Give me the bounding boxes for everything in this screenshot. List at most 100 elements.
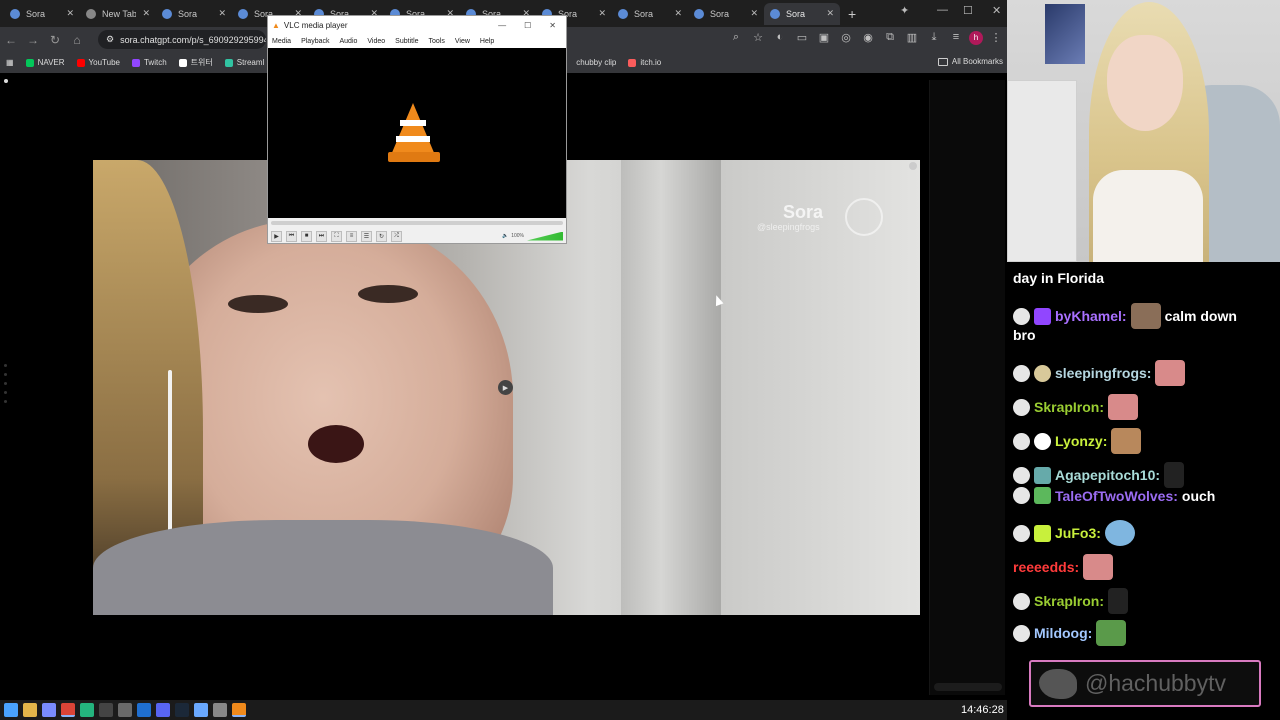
back-arrow-icon[interactable]: ← [0, 33, 22, 47]
kebab-menu-icon[interactable]: ⋮ [987, 31, 1005, 45]
close-icon[interactable]: ✕ [66, 8, 74, 19]
vlc-seek-bar[interactable] [271, 221, 563, 225]
volume-percent: 100% [511, 233, 524, 239]
extension-icon[interactable]: ▣ [815, 31, 833, 45]
subscriber-badge-icon [1034, 307, 1051, 325]
close-icon[interactable]: ✕ [142, 8, 150, 19]
bookmark-twitter[interactable]: 트위터 [178, 57, 213, 68]
character-badge-icon [1034, 466, 1051, 484]
apps-grid-icon[interactable]: ▦ [6, 58, 14, 67]
cast-icon[interactable]: ▭ [793, 31, 811, 45]
bookmark-star-icon[interactable]: ☆ [749, 31, 767, 45]
close-window-icon[interactable]: ✕ [992, 4, 1001, 17]
tab-sora-active[interactable]: Sora ✕ [764, 2, 840, 25]
app-icon[interactable] [80, 703, 94, 717]
vlc-menu-audio[interactable]: Audio [339, 38, 357, 45]
vlc-menu-playback[interactable]: Playback [301, 38, 329, 45]
face-emote-icon [1083, 554, 1114, 580]
itchio-favicon-icon [628, 58, 637, 67]
close-icon[interactable]: ✕ [674, 8, 682, 19]
volume-slider[interactable] [527, 231, 563, 241]
reload-icon[interactable]: ↻ [44, 33, 66, 47]
file-explorer-icon[interactable] [23, 703, 37, 717]
extension-icon[interactable]: ◐ [771, 31, 789, 45]
steam-icon[interactable] [175, 703, 189, 717]
vlc-menu-view[interactable]: View [455, 38, 470, 45]
bookmark-itchio[interactable]: itch.io [628, 58, 661, 67]
minimize-icon[interactable]: — [937, 4, 948, 16]
shuffle-icon[interactable]: ⤮ [391, 230, 402, 242]
video-close-icon[interactable] [909, 162, 917, 170]
obs-icon[interactable] [99, 703, 113, 717]
vlc-taskbar-icon[interactable] [232, 703, 246, 717]
play-icon[interactable]: ▶ [271, 230, 282, 242]
app-icon[interactable] [213, 703, 227, 717]
fullscreen-icon[interactable]: ⛶ [331, 230, 342, 242]
maximize-icon[interactable]: ☐ [963, 4, 973, 17]
tab-sora-2[interactable]: Sora ✕ [156, 3, 232, 25]
play-icon[interactable]: ▶ [498, 380, 513, 395]
maximize-icon[interactable]: ☐ [524, 21, 531, 30]
sora-logo-icon [845, 198, 883, 236]
extensions-sparkle-icon[interactable]: ✦ [900, 4, 909, 17]
vlc-menu-video[interactable]: Video [367, 38, 385, 45]
chat-message: TaleOfTwoWolves: ouch [1013, 487, 1215, 504]
puzzle-extensions-icon[interactable]: ⧉ [881, 31, 899, 45]
vlc-titlebar[interactable]: ▲ VLC media player — ☐ ✕ [268, 16, 566, 34]
app-icon[interactable] [42, 703, 56, 717]
close-icon[interactable]: ✕ [549, 21, 556, 30]
bookmark-chubby-clip[interactable]: chubby clip [576, 58, 616, 67]
start-windows-icon[interactable] [4, 703, 18, 717]
minimize-icon[interactable]: — [498, 21, 506, 30]
forward-arrow-icon[interactable]: → [22, 33, 44, 47]
vlc-menu-subtitle[interactable]: Subtitle [395, 38, 418, 45]
sora-favicon-icon [770, 8, 780, 19]
download-icon[interactable]: ⤓ [925, 31, 943, 45]
vlc-menu-help[interactable]: Help [480, 38, 494, 45]
close-icon[interactable]: ✕ [750, 8, 758, 19]
folder-icon [937, 57, 948, 66]
tab-sora-1[interactable]: Sora ✕ [4, 3, 80, 25]
face-emote-icon [1111, 428, 1142, 454]
all-bookmarks-button[interactable]: All Bookmarks [937, 57, 1003, 66]
discord-icon[interactable] [156, 703, 170, 717]
webcam-door [1007, 80, 1077, 262]
stop-icon[interactable]: ■ [301, 230, 312, 242]
comment-input[interactable] [934, 683, 1002, 691]
zoom-search-icon[interactable]: ⌕ [727, 31, 745, 45]
close-icon[interactable]: ✕ [598, 8, 606, 19]
bookmark-twitch[interactable]: Twitch [131, 58, 167, 67]
extension-icon[interactable]: ≡ [947, 31, 965, 45]
vlc-video-area[interactable] [268, 48, 566, 218]
side-panel-post[interactable] [934, 84, 1004, 114]
tab-sora-8[interactable]: Sora ✕ [612, 3, 688, 25]
app-icon[interactable] [194, 703, 208, 717]
tab-new-tab[interactable]: New Tab ✕ [80, 3, 156, 25]
new-tab-plus-icon[interactable]: + [848, 6, 856, 22]
profile-avatar[interactable]: h [969, 31, 983, 45]
home-icon[interactable]: ⌂ [66, 33, 88, 47]
vlc-menu-media[interactable]: Media [272, 38, 291, 45]
sidepanel-icon[interactable]: ▥ [903, 31, 921, 45]
extension-icon[interactable]: ◎ [837, 31, 855, 45]
close-icon[interactable]: ✕ [218, 8, 226, 19]
edge-icon[interactable] [137, 703, 151, 717]
previous-icon[interactable]: ⏮ [286, 230, 297, 242]
vlc-volume[interactable]: 🔈 100% [502, 231, 563, 241]
bookmark-naver[interactable]: NAVER [25, 58, 65, 67]
app-icon[interactable] [118, 703, 132, 717]
bookmark-youtube[interactable]: YouTube [76, 58, 120, 67]
loop-icon[interactable]: ↻ [376, 230, 387, 242]
site-settings-icon[interactable]: ⚙ [106, 34, 114, 45]
extended-settings-icon[interactable]: ≡ [346, 230, 357, 242]
chrome-icon[interactable] [61, 703, 75, 717]
playlist-icon[interactable]: ☰ [361, 230, 372, 242]
left-nav-dots[interactable] [4, 364, 7, 403]
tab-sora-9[interactable]: Sora ✕ [688, 3, 764, 25]
next-icon[interactable]: ⏭ [316, 230, 327, 242]
bookmark-streamlabs[interactable]: Streaml [224, 58, 264, 67]
address-bar[interactable]: ⚙ sora.chatgpt.com/p/s_6909292959948 [98, 30, 266, 49]
extension-icon[interactable]: ◉ [859, 31, 877, 45]
close-icon[interactable]: ✕ [826, 8, 834, 19]
vlc-menu-tools[interactable]: Tools [429, 38, 445, 45]
